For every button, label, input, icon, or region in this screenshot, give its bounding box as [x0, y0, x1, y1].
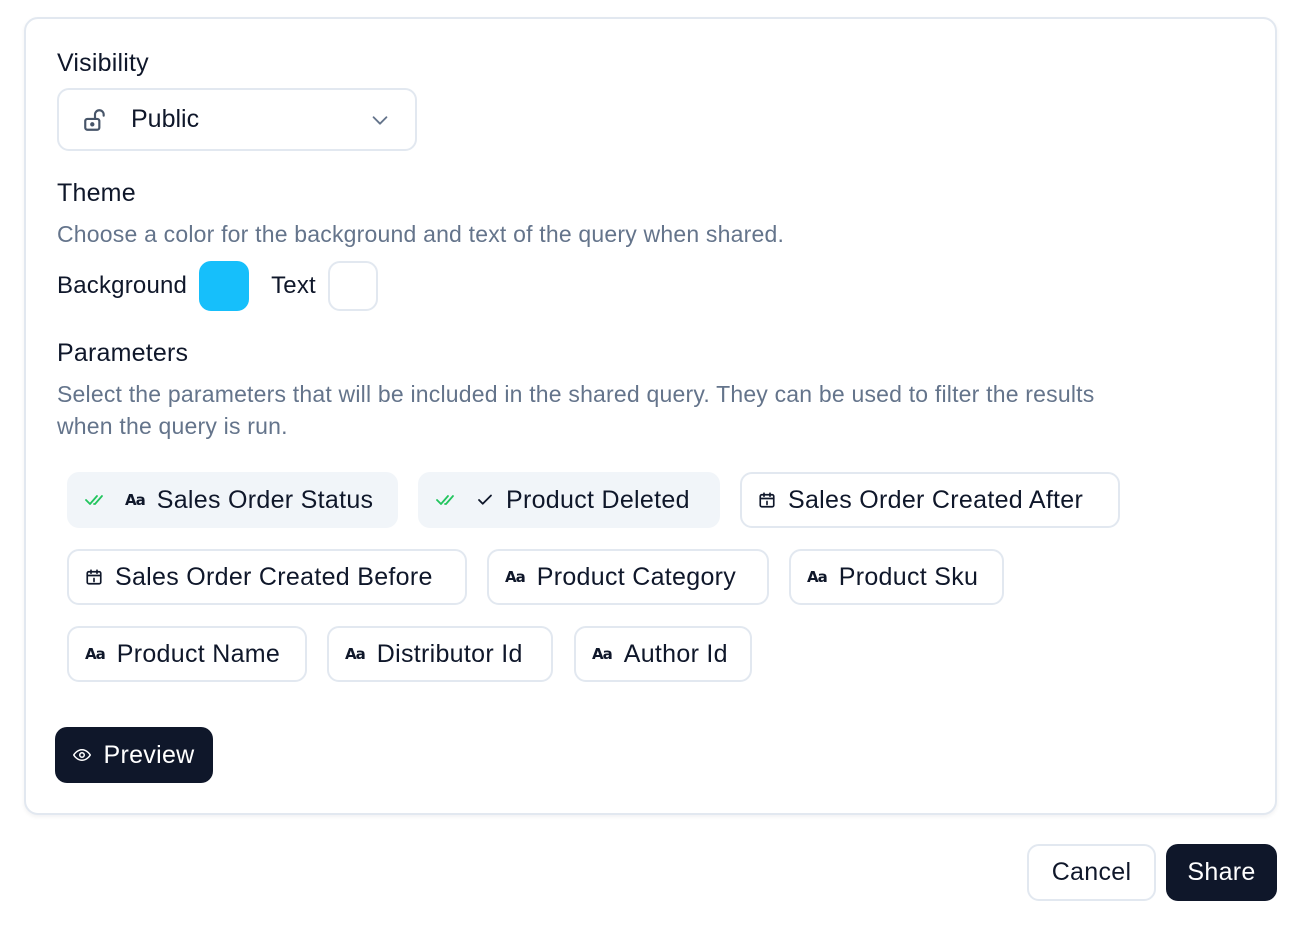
- background-color-label: Background: [57, 272, 188, 299]
- calendar-icon: [758, 491, 776, 509]
- parameter-chip-label: Sales Order Created After: [788, 485, 1084, 514]
- parameters-description-line2: when the query is run.: [57, 413, 288, 439]
- text-type-icon: Aa: [807, 568, 828, 586]
- parameter-chip-product-category[interactable]: Aa Product Category: [487, 549, 769, 605]
- parameter-chip-product-name[interactable]: Aa Product Name: [67, 626, 307, 682]
- double-check-icon: [436, 493, 458, 507]
- parameter-chip-label: Product Deleted: [506, 485, 690, 514]
- parameters-description-line1: Select the parameters that will be inclu…: [57, 381, 1095, 407]
- text-type-icon: Aa: [592, 645, 613, 663]
- text-color-swatch[interactable]: [327, 261, 378, 311]
- text-type-icon: Aa: [85, 645, 106, 663]
- preview-button[interactable]: Preview: [55, 727, 213, 783]
- theme-color-row: Background Text: [57, 259, 378, 313]
- text-type-icon: Aa: [125, 491, 146, 509]
- share-button[interactable]: Share: [1166, 844, 1277, 901]
- preview-button-label: Preview: [103, 740, 195, 769]
- parameter-chip-label: Sales Order Created Before: [115, 562, 433, 591]
- theme-description: Choose a color for the background and te…: [57, 221, 785, 247]
- parameter-chip-sales-order-created-after[interactable]: Sales Order Created After: [740, 472, 1120, 528]
- cancel-button[interactable]: Cancel: [1027, 844, 1156, 901]
- theme-label: Theme: [57, 179, 136, 207]
- parameter-chip-author-id[interactable]: Aa Author Id: [574, 626, 752, 682]
- parameter-chip-distributor-id[interactable]: Aa Distributor Id: [327, 626, 553, 682]
- parameter-chip-sales-order-created-before[interactable]: Sales Order Created Before: [67, 549, 467, 605]
- parameter-chip-product-sku[interactable]: Aa Product Sku: [789, 549, 1004, 605]
- parameter-chip-label: Author Id: [623, 639, 728, 668]
- parameter-chip-label: Product Sku: [838, 562, 979, 591]
- boolean-check-icon: [476, 491, 494, 509]
- parameter-chip-sales-order-status[interactable]: Aa Sales Order Status: [67, 472, 398, 528]
- parameter-chip-label: Product Category: [536, 562, 737, 591]
- parameters-label: Parameters: [57, 339, 189, 367]
- share-settings-card: Visibility Public Theme Choose a color f…: [24, 17, 1277, 815]
- visibility-value: Public: [131, 105, 200, 133]
- chevron-down-icon: [369, 109, 391, 131]
- text-type-icon: Aa: [345, 645, 366, 663]
- parameter-chip-product-deleted[interactable]: Product Deleted: [418, 472, 720, 528]
- visibility-label: Visibility: [57, 49, 149, 77]
- parameter-chip-label: Distributor Id: [376, 639, 523, 668]
- text-type-icon: Aa: [505, 568, 526, 586]
- text-color-label: Text: [271, 272, 316, 299]
- unlock-icon: [81, 106, 109, 134]
- background-color-swatch[interactable]: [199, 261, 250, 311]
- eye-icon: [73, 746, 92, 764]
- calendar-icon: [85, 568, 103, 586]
- parameter-chip-label: Sales Order Status: [156, 485, 374, 514]
- visibility-select[interactable]: Public: [57, 88, 417, 151]
- double-check-icon: [85, 493, 107, 507]
- parameter-chip-label: Product Name: [116, 639, 281, 668]
